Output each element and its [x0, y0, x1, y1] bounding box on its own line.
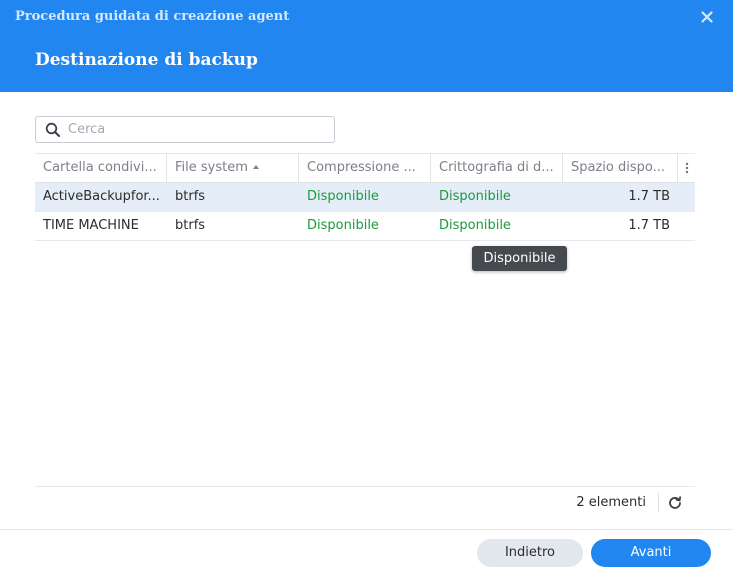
cell-file-system: btrfs [175, 189, 206, 204]
item-count: 2 elementi [576, 495, 646, 510]
column-header-label: Crittografia di d... [439, 160, 554, 175]
close-button[interactable] [695, 6, 719, 28]
search-icon [45, 122, 61, 142]
table-row[interactable]: ActiveBackupfor... btrfs Disponibile Dis… [35, 183, 695, 212]
column-header-compression[interactable]: Compressione ... [299, 154, 431, 182]
search-input[interactable] [68, 118, 328, 141]
wizard-title: Procedura guidata di creazione agent [15, 9, 290, 24]
refresh-icon [669, 495, 682, 509]
table-header: Cartella condivi... File system Compress… [35, 154, 695, 183]
cell-shared-folder: ActiveBackupfor... [43, 189, 160, 204]
table-row[interactable]: TIME MACHINE btrfs Disponibile Disponibi… [35, 212, 695, 241]
column-header-label: Spazio dispo... [571, 160, 666, 175]
share-table: Cartella condivi... File system Compress… [35, 153, 695, 487]
close-icon [701, 11, 713, 23]
wizard-header: Procedura guidata di creazione agent Des… [0, 0, 733, 92]
column-header-label: Compressione ... [307, 160, 416, 175]
step-title: Destinazione di backup [35, 50, 258, 70]
tooltip: Disponibile [472, 246, 567, 271]
column-header-label: Cartella condivi... [43, 160, 157, 175]
cell-encryption: Disponibile [439, 218, 511, 233]
next-button[interactable]: Avanti [591, 539, 711, 567]
cell-shared-folder: TIME MACHINE [43, 218, 139, 233]
back-button[interactable]: Indietro [477, 539, 583, 567]
cell-free-space: 1.7 TB [628, 189, 670, 204]
vertical-ellipsis-icon [685, 162, 688, 174]
table-footer: 2 elementi [35, 488, 695, 517]
column-header-file-system[interactable]: File system [167, 154, 299, 182]
footer-divider [0, 529, 733, 530]
column-header-shared-folder[interactable]: Cartella condivi... [35, 154, 167, 182]
column-header-encryption[interactable]: Crittografia di d... [431, 154, 563, 182]
footer-divider [658, 493, 659, 512]
cell-file-system: btrfs [175, 218, 206, 233]
cell-compression: Disponibile [307, 218, 379, 233]
cell-free-space: 1.7 TB [628, 218, 670, 233]
refresh-button[interactable] [665, 493, 685, 512]
column-header-label: File system [175, 160, 248, 175]
search-box[interactable] [35, 116, 335, 143]
column-menu-button[interactable] [678, 154, 695, 182]
sort-ascending-icon [252, 165, 259, 169]
cell-encryption: Disponibile [439, 189, 511, 204]
cell-compression: Disponibile [307, 189, 379, 204]
column-header-free-space[interactable]: Spazio dispo... [563, 154, 678, 182]
